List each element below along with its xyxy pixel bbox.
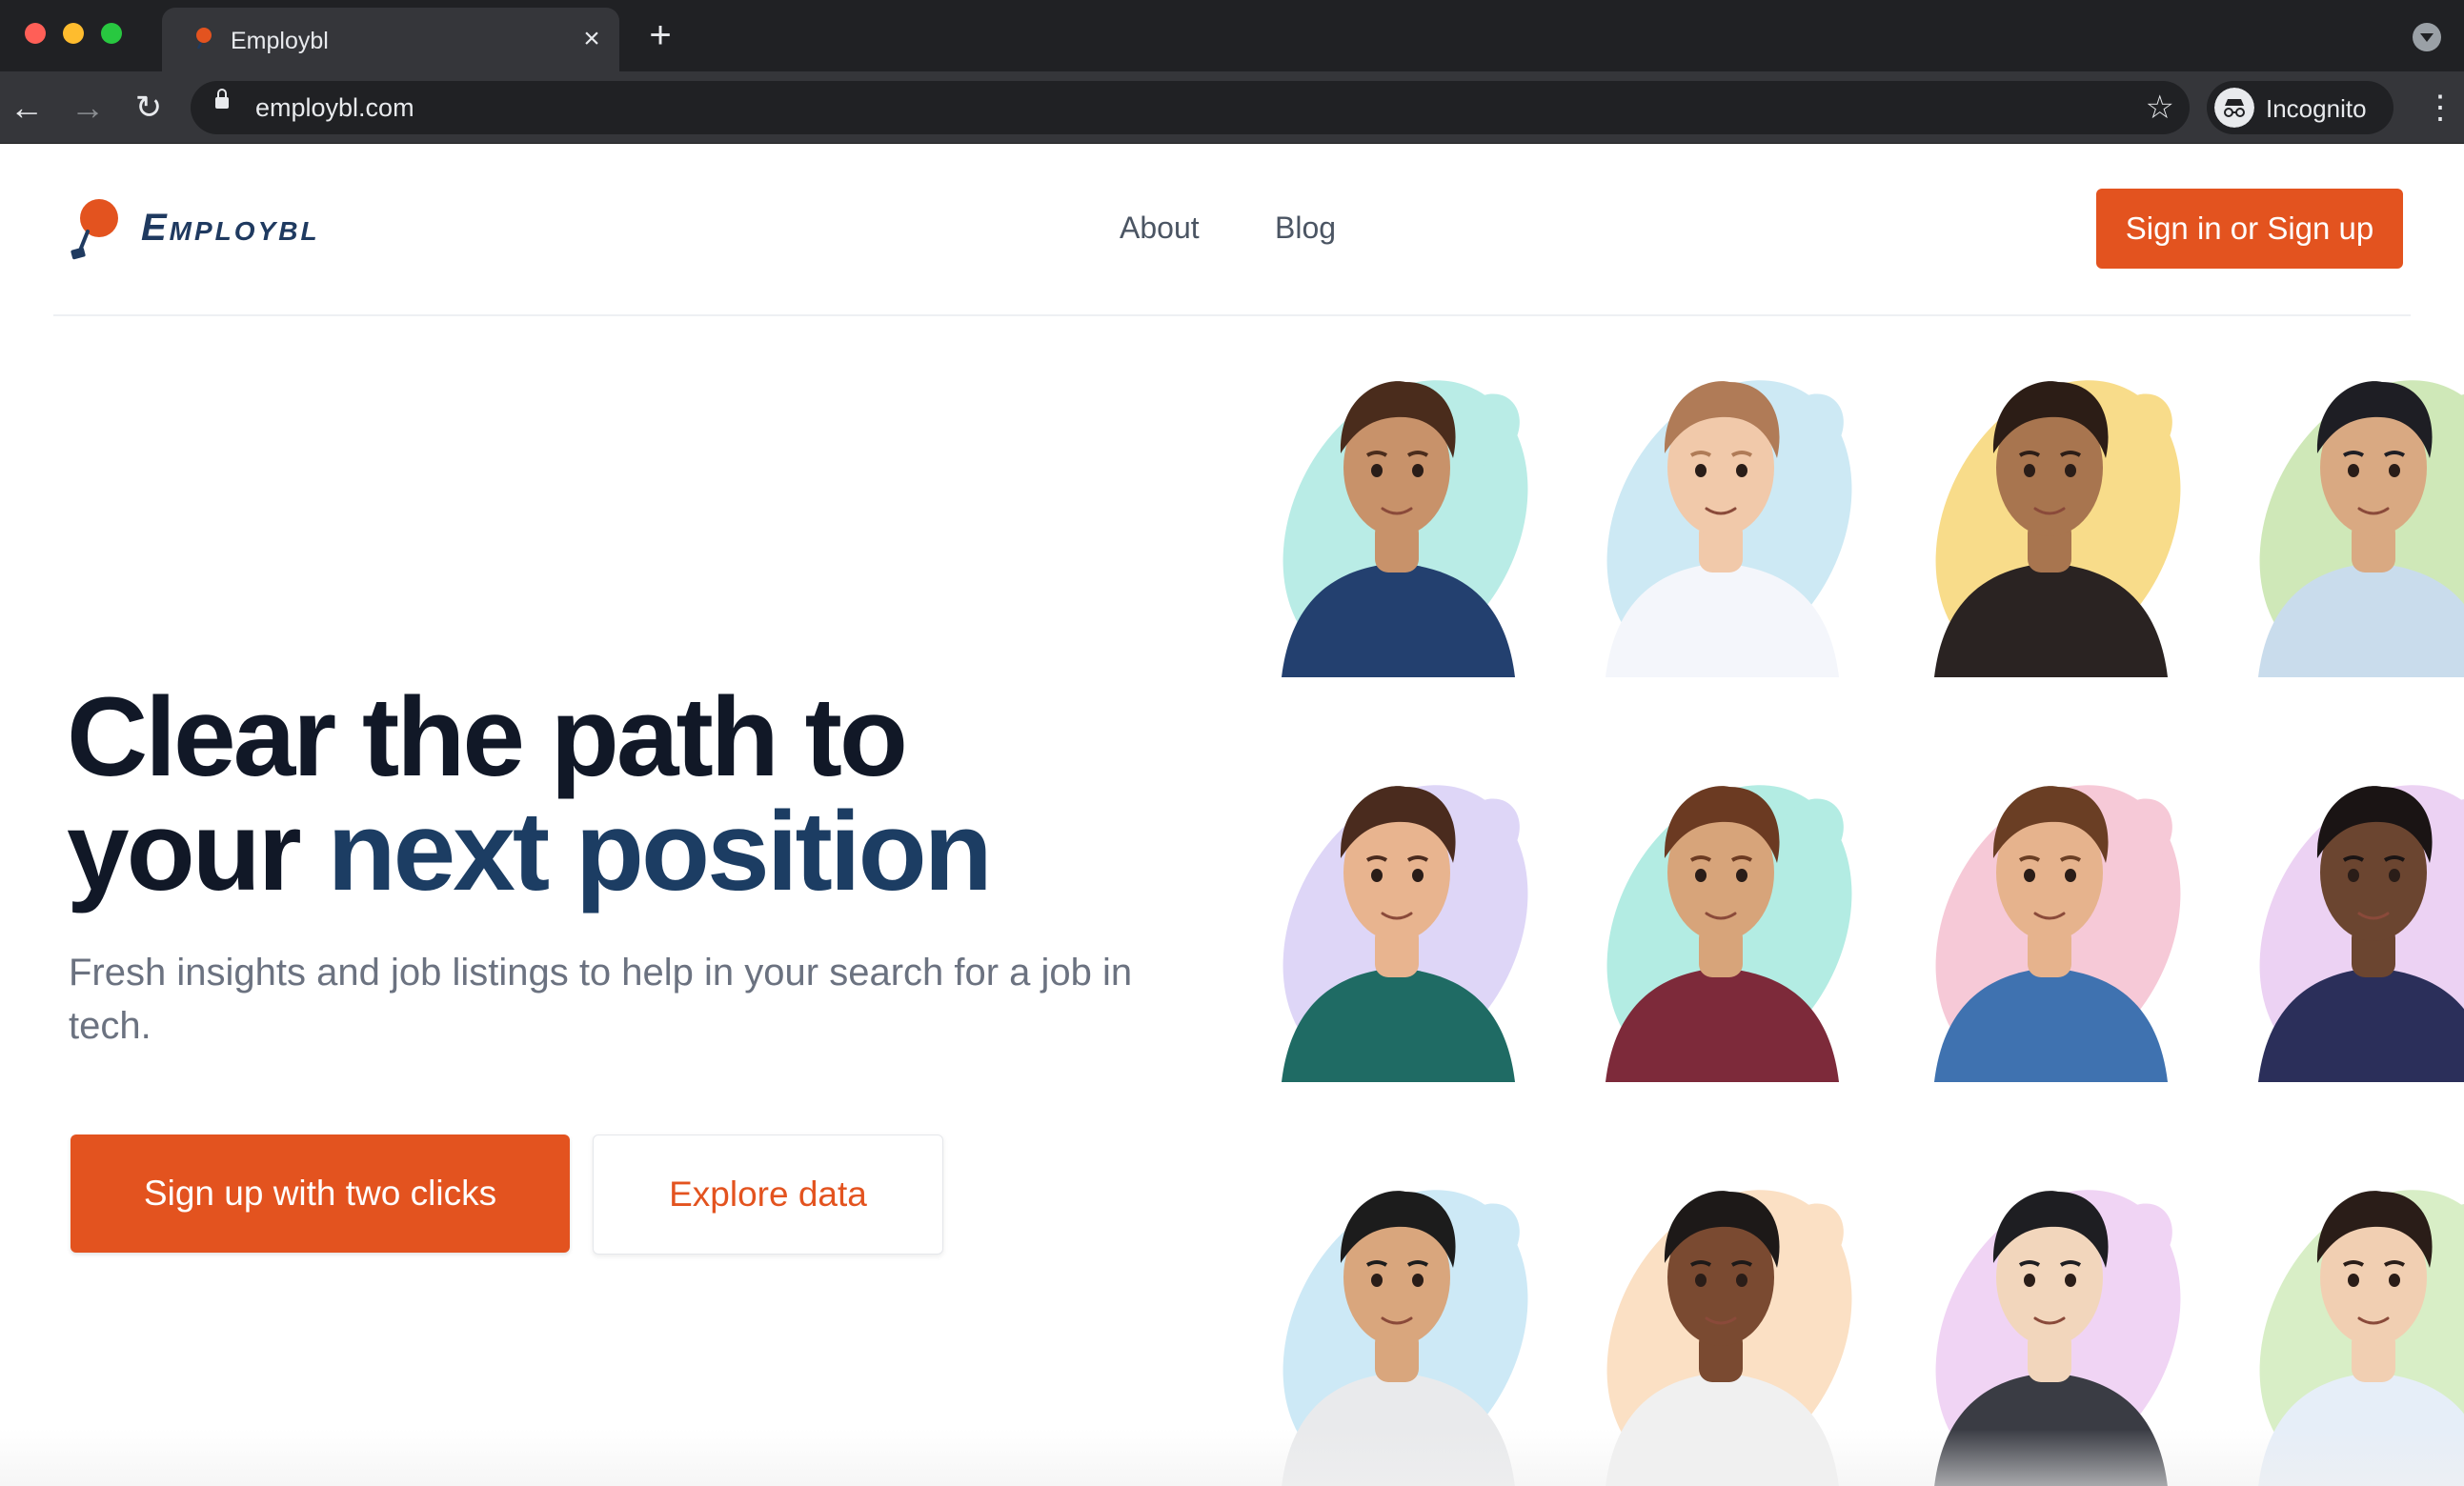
tab-title: Employbl bbox=[231, 28, 329, 54]
forward-arrow-icon[interactable]: → bbox=[69, 89, 107, 127]
employbl-logo-balloon-icon[interactable] bbox=[67, 197, 133, 260]
url-text[interactable]: employbl.com bbox=[255, 93, 414, 123]
browser-menu-icon[interactable]: ⋮ bbox=[2424, 90, 2456, 125]
hero-title-accent: next position bbox=[327, 789, 993, 914]
bookmark-star-icon[interactable]: ☆ bbox=[2146, 89, 2174, 127]
avatar-woman-wavy-blonde bbox=[1606, 380, 1852, 677]
avatar-woman-long-brown bbox=[1282, 785, 1528, 1082]
brand-wordmark[interactable]: Employbl bbox=[141, 207, 320, 250]
hero-title: Clear the path to your next position bbox=[67, 680, 1210, 909]
address-bar[interactable]: employbl.com ☆ bbox=[191, 81, 2190, 134]
reload-icon[interactable]: ↻ bbox=[130, 89, 168, 127]
tab-close-icon[interactable]: × bbox=[577, 25, 606, 53]
avatar-man-glasses bbox=[1282, 380, 1528, 677]
avatar-man-short-hair bbox=[1934, 380, 2181, 677]
browser-toolbar: ← → ↻ employbl.com ☆ Incognito ⋮ bbox=[0, 71, 2464, 144]
window-close-dot[interactable] bbox=[25, 23, 46, 44]
nav-about-link[interactable]: About bbox=[1120, 211, 1200, 246]
new-tab-button[interactable]: + bbox=[643, 16, 677, 54]
sign-in-button[interactable]: Sign in or Sign up bbox=[2096, 189, 2403, 269]
favicon-balloon-icon bbox=[196, 28, 212, 50]
hero-title-line1: Clear the path to bbox=[67, 674, 908, 800]
header-divider bbox=[53, 314, 2411, 316]
avatar-man-navy-sweater bbox=[2258, 785, 2464, 1082]
window-zoom-dot[interactable] bbox=[101, 23, 122, 44]
hero-subtitle: Fresh insights and job listings to help … bbox=[69, 952, 1133, 1047]
browser-tab-strip: Employbl × + bbox=[0, 0, 2464, 71]
back-arrow-icon[interactable]: ← bbox=[8, 89, 46, 127]
incognito-label: Incognito bbox=[2266, 94, 2367, 123]
tab-search-dropdown-icon[interactable] bbox=[2413, 23, 2441, 51]
hero-title-line2: your bbox=[67, 789, 302, 914]
window-minimize-dot[interactable] bbox=[63, 23, 84, 44]
lock-icon[interactable] bbox=[215, 89, 229, 109]
browser-tab-active[interactable]: Employbl × bbox=[162, 8, 619, 71]
incognito-profile-button[interactable]: Incognito bbox=[2207, 81, 2393, 134]
bottom-fade bbox=[0, 1429, 2464, 1486]
page-content: Employbl About Blog Sign in or Sign up C… bbox=[0, 144, 2464, 1486]
explore-data-button[interactable]: Explore data bbox=[593, 1135, 943, 1255]
avatar-woman-denim-top bbox=[1934, 785, 2181, 1082]
avatar-woman-denim-shirt bbox=[2258, 380, 2464, 677]
nav-blog-link[interactable]: Blog bbox=[1275, 211, 1336, 246]
avatar-man-beard-quiff bbox=[1606, 785, 1852, 1082]
incognito-icon bbox=[2214, 88, 2254, 128]
sign-up-button[interactable]: Sign up with two clicks bbox=[71, 1135, 570, 1253]
